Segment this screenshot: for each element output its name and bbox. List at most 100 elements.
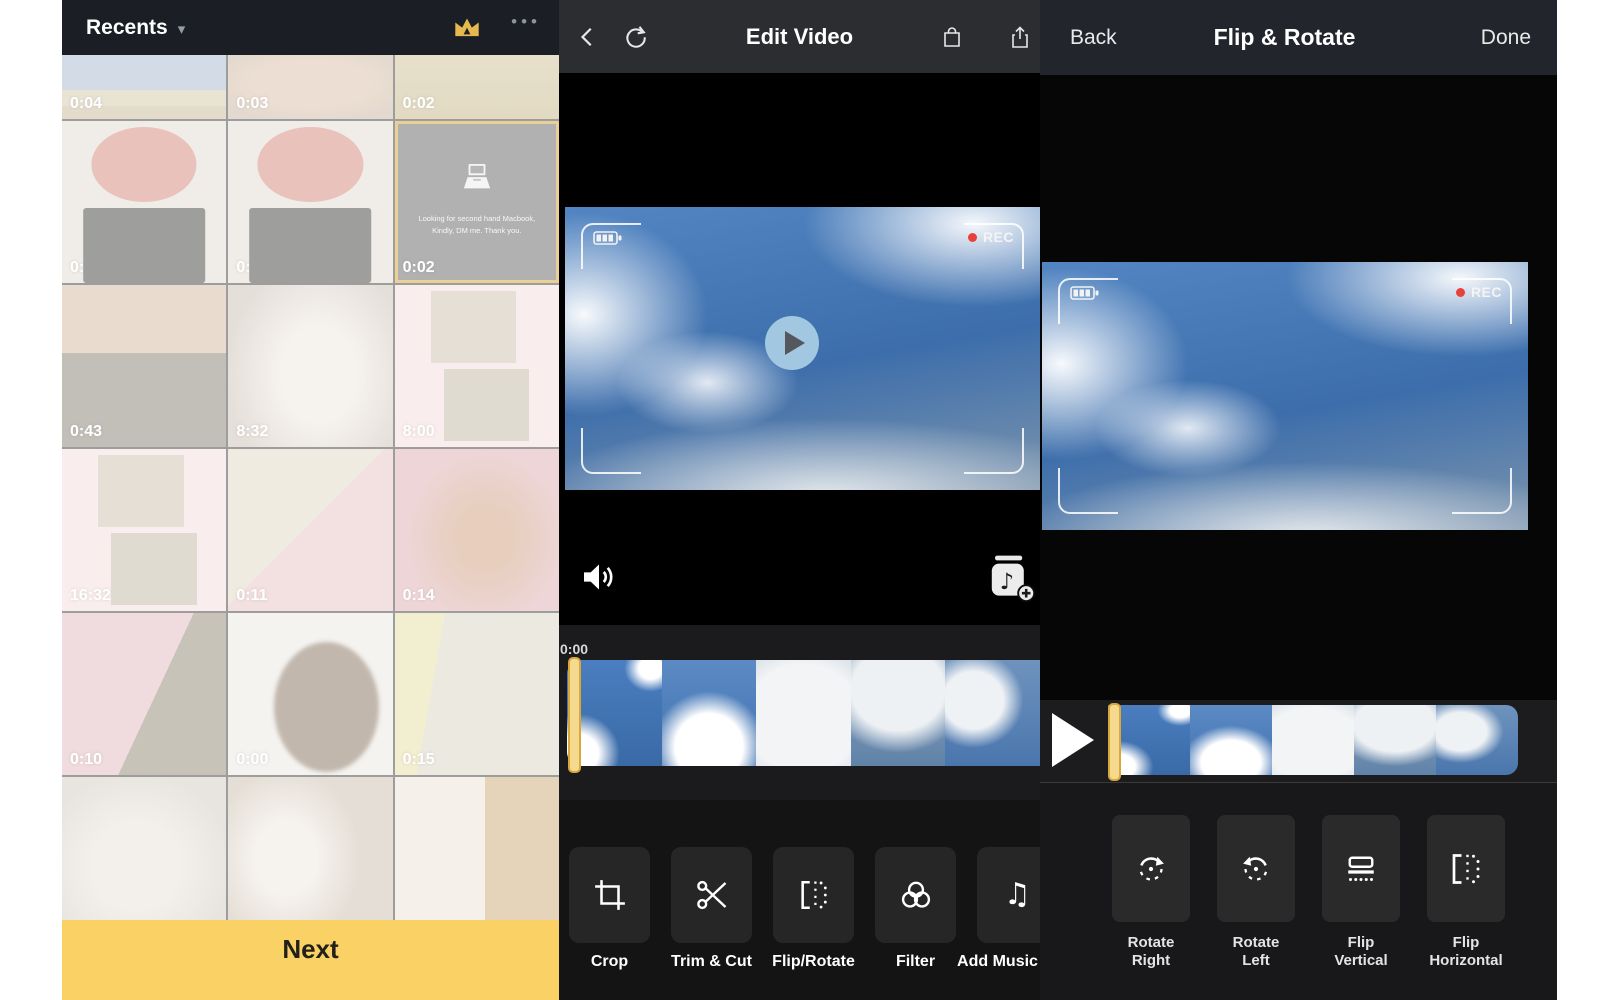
play-icon bbox=[785, 331, 805, 355]
filmstrip-frame bbox=[1436, 705, 1518, 775]
filter-tool-button[interactable]: Filter bbox=[875, 847, 956, 1000]
back-chevron-icon[interactable] bbox=[571, 20, 605, 54]
share-icon[interactable] bbox=[1003, 20, 1037, 54]
duration-badge: 0:14 bbox=[403, 587, 435, 605]
rec-label: REC bbox=[1471, 284, 1502, 300]
media-picker-panel: Recents ▾ ••• 0:04 0:03 0:02 0:10 0:02 Lookin… bbox=[62, 0, 559, 1000]
volume-icon[interactable] bbox=[579, 557, 619, 597]
duration-badge: 0:11 bbox=[236, 587, 267, 605]
filter-icon bbox=[875, 847, 956, 943]
filmstrip-frame bbox=[851, 660, 946, 766]
duration-badge: 0:02 bbox=[403, 259, 435, 277]
filmstrip-frame bbox=[1190, 705, 1272, 775]
rec-indicator: REC bbox=[1456, 284, 1502, 300]
filmstrip-frame bbox=[1272, 705, 1354, 775]
filmstrip[interactable] bbox=[1108, 705, 1518, 775]
grid-item[interactable]: 0:04 bbox=[62, 55, 226, 119]
battery-icon bbox=[1070, 286, 1100, 305]
filmstrip-frame bbox=[662, 660, 757, 766]
duration-badge: 8:00 bbox=[403, 423, 435, 441]
grid-item[interactable]: 0:43 bbox=[62, 285, 226, 447]
grid-item[interactable]: 0:10 bbox=[62, 121, 226, 283]
grid-item[interactable]: 0:10 bbox=[62, 613, 226, 775]
duration-badge: 0:03 bbox=[236, 95, 268, 113]
tool-label: Flip Vertical bbox=[1322, 934, 1400, 970]
grid-item[interactable]: 0:02 bbox=[228, 121, 392, 283]
flip-horizontal-button[interactable]: Flip Horizontal bbox=[1427, 815, 1505, 1000]
timeline-section: 0:00 bbox=[559, 625, 1040, 800]
trim-cut-tool-button[interactable]: Trim & Cut bbox=[671, 847, 752, 1000]
grid-item[interactable]: 8:32 bbox=[228, 285, 392, 447]
done-button[interactable]: Done bbox=[1481, 26, 1531, 50]
timeline-section bbox=[1040, 700, 1557, 783]
edit-video-panel: Edit Video REC bbox=[559, 0, 1040, 1000]
crop-icon bbox=[569, 847, 650, 943]
grid-item[interactable]: 8:00 bbox=[395, 285, 559, 447]
chevron-down-icon[interactable]: ▾ bbox=[178, 20, 186, 38]
crown-premium-icon[interactable] bbox=[451, 14, 483, 40]
duration-badge: 0:10 bbox=[70, 751, 102, 769]
rec-dot bbox=[968, 233, 977, 242]
scissors-icon bbox=[671, 847, 752, 943]
tool-label: Flip/Rotate bbox=[772, 953, 855, 971]
grid-item[interactable]: 0:00 bbox=[228, 613, 392, 775]
grid-item[interactable]: 0:02 bbox=[395, 55, 559, 119]
play-button[interactable] bbox=[765, 316, 819, 370]
playhead-handle[interactable] bbox=[568, 657, 581, 773]
flip-horizontal-icon bbox=[1427, 815, 1505, 922]
album-title[interactable]: Recents bbox=[86, 16, 168, 40]
rec-indicator: REC bbox=[968, 229, 1014, 245]
flip-rotate-toolbar: Rotate Right Rotate Left Flip Vertical F… bbox=[1040, 783, 1557, 1000]
shop-bag-icon[interactable] bbox=[935, 20, 969, 54]
video-preview[interactable]: REC bbox=[1042, 262, 1528, 530]
grid-item[interactable] bbox=[228, 777, 392, 920]
battery-icon bbox=[593, 231, 623, 250]
grid-item[interactable] bbox=[395, 777, 559, 920]
duration-badge: 0:02 bbox=[236, 259, 268, 277]
redo-icon[interactable] bbox=[619, 20, 653, 54]
flip-rotate-header: Back Flip & Rotate Done bbox=[1040, 0, 1557, 75]
flip-rotate-title: Flip & Rotate bbox=[1040, 24, 1529, 51]
rotate-right-button[interactable]: Rotate Right bbox=[1112, 815, 1190, 1000]
filmstrip-frame bbox=[756, 660, 851, 766]
grid-item[interactable] bbox=[62, 777, 226, 920]
play-button[interactable] bbox=[1052, 713, 1094, 767]
filmstrip-frame bbox=[945, 660, 1040, 766]
tool-label: Trim & Cut bbox=[671, 953, 752, 971]
flip-rotate-panel: Back Flip & Rotate Done REC bbox=[1040, 0, 1557, 1000]
screenshot-root: Recents ▾ ••• 0:04 0:03 0:02 0:10 0:02 Lookin… bbox=[0, 0, 1600, 1000]
rotate-left-button[interactable]: Rotate Left bbox=[1217, 815, 1295, 1000]
picker-header: Recents ▾ ••• bbox=[62, 0, 559, 55]
duration-badge: 0:15 bbox=[403, 751, 435, 769]
grid-item[interactable]: 0:03 bbox=[228, 55, 392, 119]
duration-badge: 0:02 bbox=[403, 95, 435, 113]
duration-badge: 0:00 bbox=[236, 751, 268, 769]
ellipsis-icon[interactable]: ••• bbox=[511, 12, 541, 32]
editor-toolbar: Crop Trim & Cut Flip/Rotate Filter bbox=[559, 800, 1040, 1000]
tool-label: Rotate Left bbox=[1217, 934, 1295, 970]
tool-label: Flip Horizontal bbox=[1427, 934, 1505, 970]
rotate-right-icon bbox=[1112, 815, 1190, 922]
grid-item[interactable]: 0:11 bbox=[228, 449, 392, 611]
add-music-tool-button[interactable]: ♫ Add Music bbox=[977, 847, 1040, 1000]
rec-dot bbox=[1456, 288, 1465, 297]
playhead-handle[interactable] bbox=[1108, 703, 1121, 781]
add-music-shortcut-icon[interactable]: ♪ bbox=[987, 554, 1035, 602]
duration-badge: 0:04 bbox=[70, 95, 102, 113]
next-button[interactable]: Next bbox=[62, 920, 559, 1000]
grid-item-selected[interactable]: Looking for second hand Macbook,Kindly, … bbox=[395, 121, 559, 283]
tool-label: Crop bbox=[591, 953, 628, 971]
duration-badge: 0:43 bbox=[70, 423, 102, 441]
grid-item[interactable]: 16:32 bbox=[62, 449, 226, 611]
flip-rotate-tool-button[interactable]: Flip/Rotate bbox=[773, 847, 854, 1000]
duration-badge: 0:10 bbox=[70, 259, 102, 277]
filmstrip-frame bbox=[1354, 705, 1436, 775]
crop-tool-button[interactable]: Crop bbox=[569, 847, 650, 1000]
grid-item[interactable]: 0:15 bbox=[395, 613, 559, 775]
rotate-left-icon bbox=[1217, 815, 1295, 922]
grid-item[interactable]: 0:14 bbox=[395, 449, 559, 611]
filmstrip[interactable] bbox=[567, 660, 1040, 766]
thumbnail-caption: Looking for second hand Macbook,Kindly, … bbox=[399, 213, 555, 236]
editor-header: Edit Video bbox=[559, 0, 1040, 73]
flip-vertical-button[interactable]: Flip Vertical bbox=[1322, 815, 1400, 1000]
